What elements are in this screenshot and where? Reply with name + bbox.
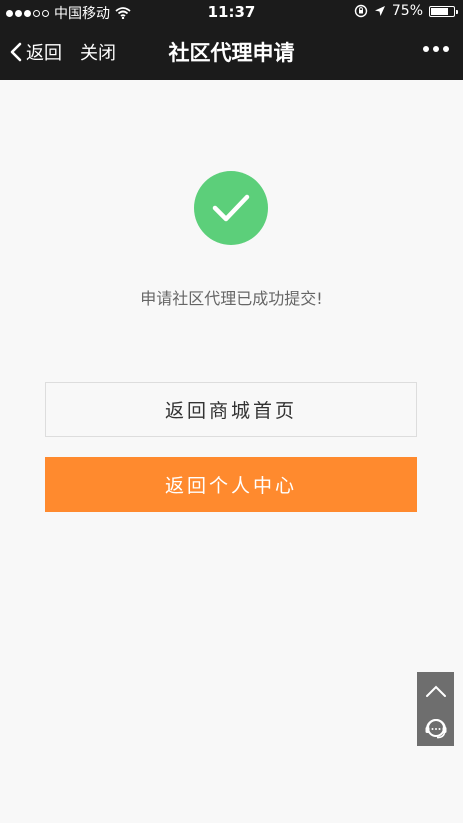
- customer-service-button[interactable]: [417, 709, 454, 746]
- scroll-top-button[interactable]: [417, 672, 454, 709]
- return-home-button[interactable]: 返回商城首页: [45, 382, 417, 437]
- nav-bar: 返回 关闭 社区代理申请: [0, 24, 463, 80]
- more-dot: [443, 46, 449, 52]
- check-icon: [212, 194, 250, 222]
- more-menu-button[interactable]: [423, 42, 449, 56]
- more-dot: [423, 46, 429, 52]
- success-circle: [194, 171, 268, 245]
- back-button[interactable]: 返回: [10, 39, 62, 65]
- back-label: 返回: [26, 43, 62, 64]
- more-dot: [433, 46, 439, 52]
- chevron-left-icon: [10, 42, 22, 62]
- status-bar: 中国移动 11:37 75%: [0, 0, 463, 24]
- battery-icon: [429, 5, 458, 17]
- chevron-up-icon: [425, 685, 446, 697]
- success-message: 申请社区代理已成功提交!: [140, 289, 323, 308]
- rotation-lock-icon: [354, 4, 368, 18]
- headset-icon: [425, 718, 446, 738]
- close-button[interactable]: 关闭: [80, 39, 116, 65]
- status-right: 75%: [354, 3, 458, 19]
- location-arrow-icon: [374, 6, 385, 16]
- battery-percent: 75%: [391, 3, 423, 19]
- return-personal-center-button[interactable]: 返回个人中心: [45, 457, 417, 512]
- page-title: 社区代理申请: [168, 41, 295, 65]
